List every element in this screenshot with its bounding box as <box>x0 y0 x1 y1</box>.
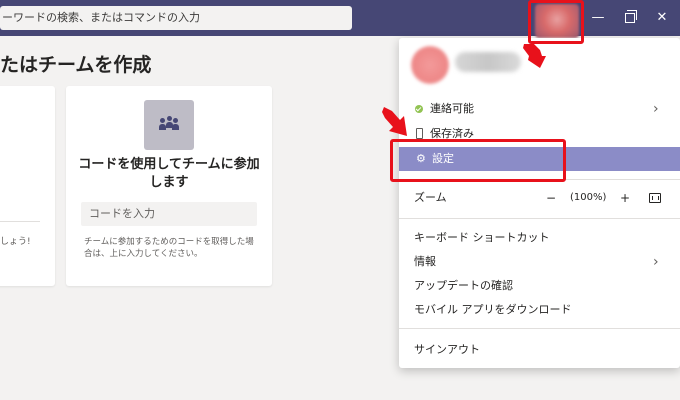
arrow-to-avatar <box>523 44 546 68</box>
arrow-to-settings <box>382 107 407 136</box>
annotation-arrows <box>382 44 546 136</box>
